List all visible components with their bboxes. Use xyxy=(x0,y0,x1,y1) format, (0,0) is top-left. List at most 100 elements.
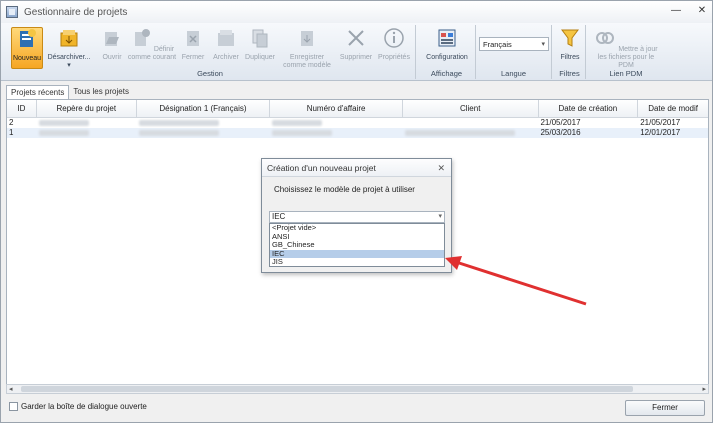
tab-all-projects[interactable]: Tous les projets xyxy=(69,85,133,99)
redacted-cell xyxy=(137,118,271,128)
save-template-button[interactable]: Enregistrer comme modèle xyxy=(279,27,335,70)
redacted-cell xyxy=(270,128,403,138)
template-dropdown-list: <Projet vide> ANSI GB_Chinese IEC JIS xyxy=(269,223,445,267)
template-option-jis[interactable]: JIS xyxy=(270,258,444,267)
unarchive-label: Désarchiver... xyxy=(47,54,91,61)
close-project-label: Fermer xyxy=(181,54,205,61)
column-designation[interactable]: Désignation 1 (Français) xyxy=(137,100,271,117)
column-id[interactable]: ID xyxy=(7,100,37,117)
new-button[interactable]: Nouveau xyxy=(11,27,43,69)
configuration-button[interactable]: Configuration xyxy=(420,27,474,62)
chevron-down-icon: ▾ xyxy=(438,213,442,220)
configuration-label: Configuration xyxy=(426,54,468,61)
delete-button[interactable]: Supprimer xyxy=(337,27,375,62)
redacted-cell xyxy=(403,128,539,138)
update-pdm-label: Mettre à jour les fichiers pour le PDM xyxy=(597,46,658,69)
open-label: Ouvrir xyxy=(102,54,122,61)
dialog-prompt: Choisissez le modèle de projet à utilise… xyxy=(274,185,415,194)
column-modified[interactable]: Date de modif xyxy=(638,100,708,117)
column-job-number[interactable]: Numéro d'affaire xyxy=(270,100,403,117)
archive-button[interactable]: Archiver xyxy=(211,27,241,62)
new-project-dialog: Création d'un nouveau projet ✕ Choisisse… xyxy=(261,158,452,273)
template-selected-value: IEC xyxy=(272,212,286,221)
duplicate-icon xyxy=(252,29,268,48)
duplicate-label: Dupliquer xyxy=(245,54,275,61)
new-project-icon xyxy=(20,29,36,47)
column-client[interactable]: Client xyxy=(403,100,539,117)
table-row[interactable]: 2 21/05/2017 21/05/2017 xyxy=(7,118,708,128)
row-id: 1 xyxy=(9,128,14,137)
ribbon: Nouveau Désarchiver... ▾ Ouvrir Définir c… xyxy=(1,23,712,81)
set-current-button[interactable]: Définir comme courant xyxy=(125,27,179,62)
filter-icon xyxy=(561,29,579,47)
language-value: Français xyxy=(483,40,512,49)
dialog-title-bar: Création d'un nouveau projet ✕ xyxy=(262,159,451,177)
filters-button[interactable]: Filtres xyxy=(556,27,584,62)
tab-recent-projects[interactable]: Projets récents xyxy=(6,85,70,99)
keep-open-checkbox[interactable] xyxy=(9,402,18,411)
open-button[interactable]: Ouvrir xyxy=(99,27,125,62)
filtres-group-label: Filtres xyxy=(559,69,580,78)
table-row[interactable]: 1 25/03/2016 12/01/2017 xyxy=(7,128,708,138)
delete-icon xyxy=(348,30,364,46)
template-option-gb-chinese[interactable]: GB_Chinese xyxy=(270,241,444,250)
close-button[interactable]: Fermer xyxy=(625,400,705,416)
group-langue: Langue xyxy=(476,25,552,79)
save-template-label: Enregistrer comme modèle xyxy=(283,54,331,69)
template-combobox[interactable]: IEC ▾ xyxy=(269,211,445,223)
column-project-ref[interactable]: Repère du projet xyxy=(37,100,137,117)
window-controls: — ✕ xyxy=(670,5,708,16)
minimize-icon[interactable]: — xyxy=(670,5,682,16)
close-icon[interactable]: ✕ xyxy=(437,159,445,177)
template-option-iec[interactable]: IEC xyxy=(270,249,444,259)
table-header: ID Repère du projet Désignation 1 (Franç… xyxy=(7,100,708,118)
archive-label: Archiver xyxy=(213,54,239,61)
close-project-button[interactable]: Fermer xyxy=(179,27,207,62)
title-bar: Gestionnaire de projets — ✕ xyxy=(1,1,712,23)
update-pdm-button[interactable]: Mettre à jour les fichiers pour le PDM xyxy=(590,27,662,70)
language-select[interactable]: Français ▾ xyxy=(479,37,549,51)
langue-group-label: Langue xyxy=(500,69,527,78)
set-current-icon xyxy=(134,29,150,46)
column-created[interactable]: Date de création xyxy=(539,100,639,117)
pdm-link-icon xyxy=(596,32,615,44)
app-icon xyxy=(6,6,18,18)
close-window-icon[interactable]: ✕ xyxy=(696,5,708,16)
horizontal-scrollbar[interactable]: ◂ ▸ xyxy=(6,384,709,394)
open-icon xyxy=(105,32,119,46)
unarchive-icon xyxy=(60,30,78,47)
dialog-title: Création d'un nouveau projet xyxy=(267,163,376,173)
group-filtres: Filtres Filtres xyxy=(554,25,586,79)
delete-label: Supprimer xyxy=(339,54,373,61)
row-created: 25/03/2016 xyxy=(540,128,581,137)
group-pdm: Mettre à jour les fichiers pour le PDM L… xyxy=(588,25,664,79)
duplicate-button[interactable]: Dupliquer xyxy=(241,27,279,62)
redacted-cell xyxy=(137,128,271,138)
scroll-thumb[interactable] xyxy=(21,386,633,392)
redacted-cell xyxy=(403,118,539,128)
properties-label: Propriétés xyxy=(378,54,410,61)
template-option-empty[interactable]: <Projet vide> xyxy=(270,223,444,233)
group-affichage: Configuration Affichage xyxy=(418,25,476,79)
unarchive-button[interactable]: Désarchiver... ▾ xyxy=(45,27,93,70)
row-modified: 12/01/2017 xyxy=(640,128,681,137)
row-modified: 21/05/2017 xyxy=(640,118,681,127)
scroll-right-icon[interactable]: ▸ xyxy=(702,385,706,393)
close-project-icon xyxy=(187,31,199,46)
keep-open-label: Garder la boîte de dialogue ouverte xyxy=(21,402,147,411)
window-title: Gestionnaire de projets xyxy=(24,6,128,18)
properties-button[interactable]: Propriétés xyxy=(375,27,413,62)
scroll-left-icon[interactable]: ◂ xyxy=(9,385,13,393)
pdm-group-label: Lien PDM xyxy=(609,69,643,78)
bottom-bar: Garder la boîte de dialogue ouverte Ferm… xyxy=(1,397,712,423)
archive-icon xyxy=(218,30,234,46)
gestion-group-label: Gestion xyxy=(197,69,223,78)
configuration-icon xyxy=(438,29,456,47)
redacted-cell xyxy=(37,128,137,138)
project-tabs: Projets récents Tous les projets xyxy=(6,85,133,99)
chevron-down-icon: ▾ xyxy=(541,41,545,48)
filters-label: Filtres xyxy=(560,54,580,61)
new-label: Nouveau xyxy=(12,55,42,62)
affichage-group-label: Affichage xyxy=(430,69,463,78)
redacted-cell xyxy=(37,118,137,128)
